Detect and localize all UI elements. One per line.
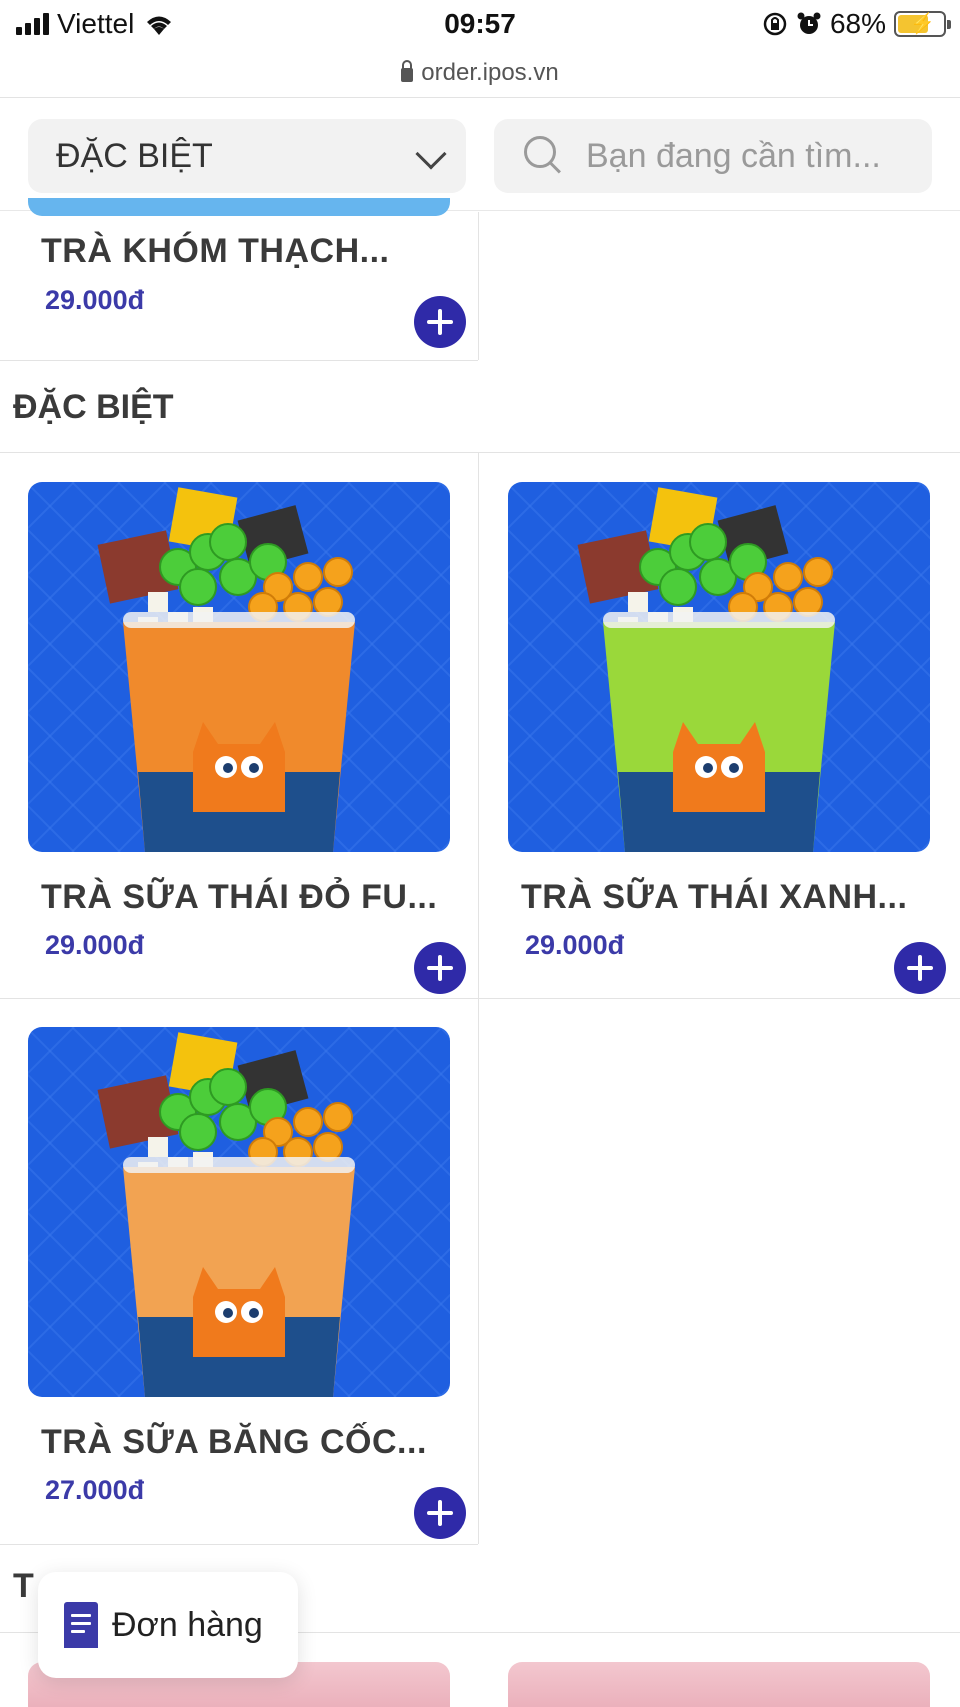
status-bar: Viettel 09:57 68% ⚡ — [0, 0, 960, 48]
divider — [0, 360, 478, 361]
search-box[interactable] — [494, 119, 932, 193]
address-bar[interactable]: order.ipos.vn — [0, 48, 960, 98]
product-image-partial — [508, 1662, 930, 1707]
url-text: order.ipos.vn — [421, 58, 559, 86]
lock-icon — [401, 59, 414, 82]
chevron-down-icon — [415, 138, 447, 170]
battery-icon: ⚡ — [894, 11, 951, 37]
search-icon — [524, 136, 564, 176]
product-card[interactable]: TRÀ SỮA BĂNG CỐC... 27.000đ — [0, 1027, 478, 1539]
product-name: TRÀ SỮA THÁI XANH... — [521, 878, 908, 916]
search-input[interactable] — [586, 136, 906, 176]
receipt-icon — [64, 1602, 98, 1648]
order-button[interactable]: Đơn hàng — [38, 1572, 298, 1678]
product-image — [28, 1027, 450, 1397]
filter-bar: ĐẶC BIỆT — [0, 99, 960, 211]
product-name: TRÀ KHÓM THẠCH... — [41, 232, 390, 270]
product-image — [28, 482, 450, 852]
divider — [478, 998, 479, 1544]
product-price: 29.000đ — [45, 930, 145, 960]
divider — [478, 212, 479, 360]
category-dropdown[interactable]: ĐẶC BIỆT — [28, 119, 466, 193]
divider — [0, 998, 960, 999]
battery-percent: 68% — [829, 8, 886, 39]
divider — [0, 1544, 478, 1545]
product-price: 27.000đ — [45, 1475, 145, 1505]
next-section-title: T — [13, 1567, 34, 1605]
orientation-lock-icon — [763, 12, 787, 36]
add-to-cart-button[interactable] — [414, 1487, 466, 1539]
add-to-cart-button[interactable] — [894, 942, 946, 994]
add-to-cart-button[interactable] — [414, 296, 466, 348]
product-card[interactable]: TRÀ SỮA THÁI XANH... 29.000đ — [480, 482, 958, 994]
product-card[interactable]: TRÀ SỮA THÁI ĐỎ FU... 29.000đ — [0, 482, 478, 994]
category-selected-label: ĐẶC BIỆT — [56, 136, 213, 175]
status-right: 68% ⚡ — [762, 8, 951, 40]
add-to-cart-button[interactable] — [414, 942, 466, 994]
divider — [478, 452, 479, 998]
order-label: Đơn hàng — [112, 1605, 263, 1644]
product-price: 29.000đ — [45, 285, 145, 315]
product-image — [508, 482, 930, 852]
section-title: ĐẶC BIỆT — [13, 388, 174, 426]
product-image — [28, 198, 450, 216]
product-card-previous[interactable]: TRÀ KHÓM THẠCH... 29.000đ — [0, 198, 478, 360]
product-name: TRÀ SỮA THÁI ĐỎ FU... — [41, 878, 438, 916]
product-price: 29.000đ — [525, 930, 625, 960]
alarm-icon — [797, 12, 821, 34]
divider — [0, 452, 960, 453]
product-name: TRÀ SỮA BĂNG CỐC... — [41, 1423, 427, 1461]
